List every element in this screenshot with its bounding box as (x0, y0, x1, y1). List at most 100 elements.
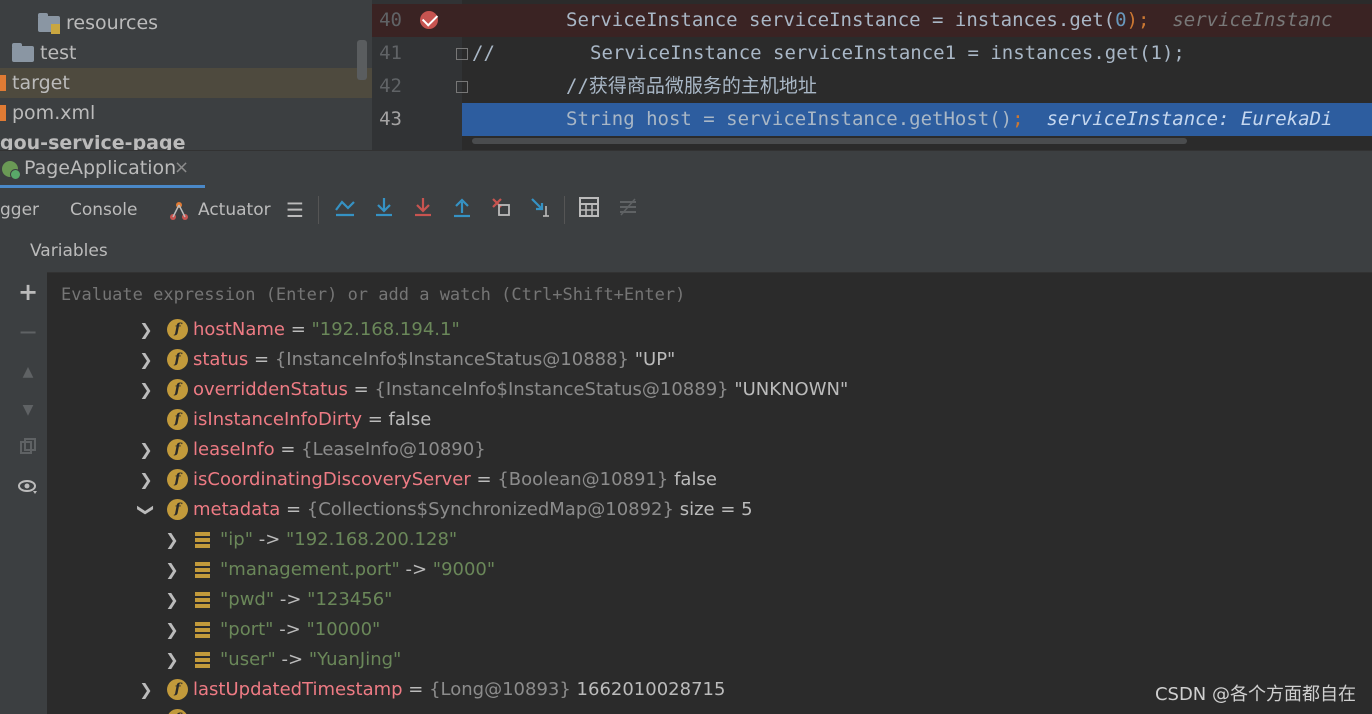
copy-watch-icon[interactable] (16, 436, 40, 460)
move-up-icon[interactable]: ▲ (16, 360, 40, 384)
fold-icon[interactable] (456, 48, 468, 60)
eye-icon[interactable] (16, 476, 40, 500)
tree-item-test[interactable]: test (0, 38, 372, 68)
code-prefix: // (472, 42, 495, 64)
run-config-tab[interactable]: PageApplication × (0, 151, 205, 188)
field-icon: f (167, 439, 188, 460)
variable-name: status = {InstanceInfo$InstanceStatus@10… (193, 345, 675, 375)
run-to-cursor-icon[interactable] (526, 196, 554, 224)
map-arrow: -> (273, 619, 307, 640)
map-entry-row[interactable]: ❯ "pwd" -> "123456" (47, 585, 1372, 615)
tree-item-module[interactable]: gou-service-page (0, 128, 372, 150)
variable-row[interactable]: f isInstanceInfoDirty = false (47, 405, 1372, 435)
code-line-42[interactable]: 42 //获得商品微服务的主机地址 (372, 70, 1372, 103)
code-line-41[interactable]: 41 // ServiceInstance serviceInstance1 =… (372, 37, 1372, 70)
remove-watch-icon[interactable]: − (16, 320, 40, 344)
tab-actuator[interactable]: Actuator (198, 198, 271, 222)
tree-scrollbar[interactable] (357, 40, 367, 80)
variable-name-text: leaseInfo (193, 439, 275, 460)
equals-sign: = (280, 499, 307, 520)
variable-type: {InstanceInfo$InstanceStatus@10889} (374, 379, 729, 400)
debug-badge-icon (10, 169, 21, 180)
map-key: "user" (220, 649, 276, 670)
show-execution-point-icon[interactable] (331, 196, 359, 224)
step-out-icon[interactable] (448, 196, 476, 224)
variable-row[interactable]: ❯ f isCoordinatingDiscoveryServer = {Boo… (47, 465, 1372, 495)
variable-row[interactable]: ❯ f leaseInfo = {LeaseInfo@10890} (47, 435, 1372, 465)
collapse-arrow-icon[interactable]: ❯ (131, 503, 161, 517)
map-key: "port" (220, 619, 274, 640)
layout-menu-icon[interactable]: ☰ (281, 196, 309, 224)
step-over-icon[interactable] (370, 196, 398, 224)
trace-stream-icon[interactable] (614, 196, 642, 224)
tab-console[interactable]: Console (70, 198, 138, 222)
inline-debug-value: serviceInstance: EurekaDi (1046, 108, 1333, 130)
field-icon: f (167, 499, 188, 520)
field-icon: f (167, 469, 188, 490)
map-entry-row[interactable]: ❯ "user" -> "YuanJing" (47, 645, 1372, 675)
folder-icon (12, 43, 34, 62)
expand-arrow-icon[interactable]: ❯ (139, 675, 153, 705)
expand-arrow-icon[interactable]: ❯ (139, 435, 153, 465)
map-entry-row[interactable]: ❯ "ip" -> "192.168.200.128" (47, 525, 1372, 555)
variables-tree[interactable]: ❯ f hostName = "192.168.194.1" ❯ f statu… (47, 317, 1372, 714)
code-editor[interactable]: 40 ServiceInstance serviceInstance = ins… (372, 0, 1372, 150)
evaluate-expression-icon[interactable] (575, 196, 603, 224)
map-arrow: -> (253, 529, 287, 550)
tree-item-target[interactable]: target (0, 68, 372, 98)
equals-sign: = (248, 349, 275, 370)
variable-value: "UNKNOWN" (728, 379, 849, 400)
expand-arrow-icon[interactable]: ❯ (165, 555, 179, 585)
variable-type: {Long@10893} (429, 679, 571, 700)
variable-type: {LeaseInfo@10890} (301, 439, 486, 460)
expand-arrow-icon[interactable]: ❯ (139, 317, 153, 345)
editor-horizontal-scrollbar[interactable] (472, 138, 1187, 144)
toolbar-separator (318, 196, 319, 224)
tab-debugger[interactable]: gger (0, 198, 39, 222)
variable-name: overriddenStatus = {InstanceInfo$Instanc… (193, 375, 848, 405)
map-entry: "pwd" -> "123456" (220, 585, 392, 615)
run-tab-label: PageApplication (24, 157, 177, 179)
expand-arrow-icon[interactable]: ❯ (139, 375, 153, 405)
close-icon[interactable]: × (174, 157, 189, 178)
variable-type: {Boolean@10891} (497, 469, 669, 490)
add-watch-icon[interactable]: + (16, 280, 40, 304)
map-entry: "management.port" -> "9000" (220, 555, 495, 585)
debug-tool-window-header: PageApplication × (0, 150, 1372, 188)
map-arrow: -> (274, 589, 308, 610)
variable-row[interactable]: ❯ f status = {InstanceInfo$InstanceStatu… (47, 345, 1372, 375)
expand-arrow-icon[interactable]: ❯ (139, 465, 153, 495)
tree-item-label: pom.xml (12, 102, 96, 124)
expand-arrow-icon[interactable]: ❯ (165, 525, 179, 555)
map-entry-icon (195, 622, 210, 638)
expand-arrow-icon[interactable]: ❯ (165, 645, 179, 675)
drop-frame-icon[interactable] (487, 196, 515, 224)
code-line-40[interactable]: 40 ServiceInstance serviceInstance = ins… (372, 4, 1372, 37)
expand-arrow-icon[interactable]: ❯ (139, 345, 153, 375)
expand-arrow-icon[interactable]: ❯ (165, 585, 179, 615)
map-entry-row[interactable]: ❯ "management.port" -> "9000" (47, 555, 1372, 585)
variable-name-text: isInstanceInfoDirty (193, 409, 362, 430)
map-entry-row[interactable]: ❯ "port" -> "10000" (47, 615, 1372, 645)
fold-icon[interactable] (456, 81, 468, 93)
map-value: "123456" (307, 589, 393, 610)
expand-arrow-icon[interactable]: ❯ (165, 615, 179, 645)
evaluate-expression-input[interactable] (59, 284, 1263, 306)
variable-row[interactable]: ❯ f metadata = {Collections$Synchronized… (47, 495, 1372, 525)
variable-name-text: status (193, 349, 249, 370)
variable-row-partial[interactable]: f (47, 705, 1372, 714)
code-line-43[interactable]: 43 String host = serviceInstance.getHost… (372, 103, 1372, 136)
map-entry-icon (195, 562, 210, 578)
map-key: "management.port" (220, 559, 400, 580)
move-down-icon[interactable]: ▼ (16, 398, 40, 422)
step-into-icon[interactable] (409, 196, 437, 224)
field-icon: f (167, 379, 188, 400)
tree-item-resources[interactable]: resources (0, 8, 372, 38)
tree-item-pom[interactable]: pom.xml (0, 98, 372, 128)
variable-type: {InstanceInfo$InstanceStatus@10888} (274, 349, 630, 370)
variable-name-text: isCoordinatingDiscoveryServer (193, 469, 471, 490)
map-arrow: -> (399, 559, 433, 580)
variables-side-toolbar: + − ▲ ▼ (8, 232, 48, 714)
variable-row[interactable]: ❯ f overriddenStatus = {InstanceInfo$Ins… (47, 375, 1372, 405)
variable-row[interactable]: ❯ f hostName = "192.168.194.1" (47, 317, 1372, 345)
